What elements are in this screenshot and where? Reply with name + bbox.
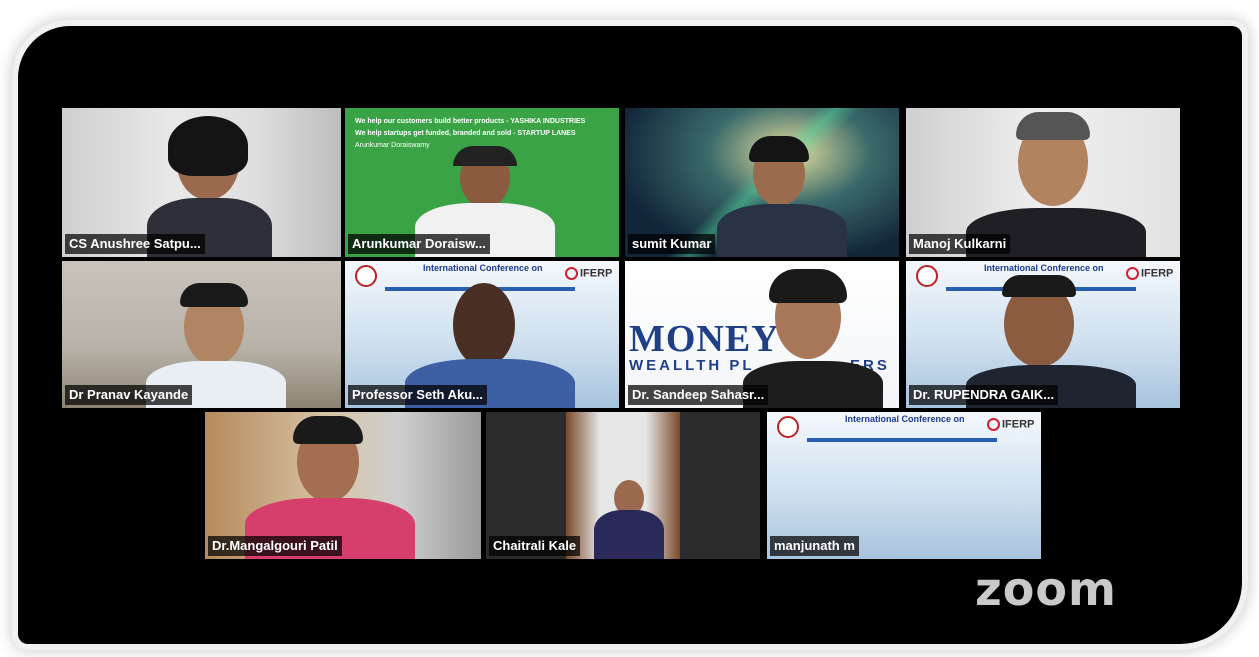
banner-line: We help our customers build better produ…: [355, 118, 586, 125]
participant-name: Dr Pranav Kayande: [65, 385, 193, 405]
participant-name: Arunkumar Doraisw...: [348, 234, 490, 254]
banner-line: We help startups get funded, branded and…: [355, 130, 576, 137]
iferp-logo: IFERP: [987, 418, 1034, 431]
participant-name: Dr. Sandeep Sahasr...: [628, 385, 769, 405]
video-tile-sumit[interactable]: sumit Kumar: [625, 108, 899, 257]
video-tile-rupendra[interactable]: International Conference on IFERP Dr. RU…: [906, 261, 1180, 408]
participant-name: Professor Seth Aku...: [348, 385, 487, 405]
iferp-logo: IFERP: [1126, 267, 1173, 280]
participant-name: manjunath m: [770, 536, 859, 556]
video-tile-mangalgouri[interactable]: Dr.Mangalgouri Patil: [205, 412, 481, 559]
video-tile-chaitrali[interactable]: Chaitrali Kale: [486, 412, 760, 559]
iferp-logo: IFERP: [565, 267, 612, 280]
participant-name: Chaitrali Kale: [489, 536, 581, 556]
participant-name: CS Anushree Satpu...: [65, 234, 205, 254]
zoom-watermark: zoom: [975, 562, 1117, 616]
video-tile-pranav[interactable]: Dr Pranav Kayande: [62, 261, 341, 408]
wealth-text: WEALLTH PL: [629, 357, 755, 374]
video-tile-arunkumar[interactable]: We help our customers build better produ…: [345, 108, 619, 257]
participant-name: Dr. RUPENDRA GAIK...: [909, 385, 1059, 405]
banner-line: Arunkumar Doraiswamy: [355, 142, 430, 149]
participant-name: Dr.Mangalgouri Patil: [208, 536, 342, 556]
video-tile-seth[interactable]: International Conference on IFERP Profes…: [345, 261, 619, 408]
conference-title: International Conference on: [984, 263, 1104, 273]
conference-title: International Conference on: [423, 263, 543, 273]
conference-title: International Conference on: [845, 414, 965, 424]
video-tile-manjunath[interactable]: International Conference on IFERP manjun…: [767, 412, 1041, 559]
video-tile-sandeep[interactable]: MONEY WEALLTH PL ERS Dr. Sandeep Sahasr.…: [625, 261, 899, 408]
participant-name: Manoj Kulkarni: [909, 234, 1011, 254]
participant-name: sumit Kumar: [628, 234, 716, 254]
money-wealth-logo: MONEY: [629, 318, 780, 360]
video-tile-anushree[interactable]: CS Anushree Satpu...: [62, 108, 341, 257]
video-tile-manoj[interactable]: Manoj Kulkarni: [906, 108, 1180, 257]
